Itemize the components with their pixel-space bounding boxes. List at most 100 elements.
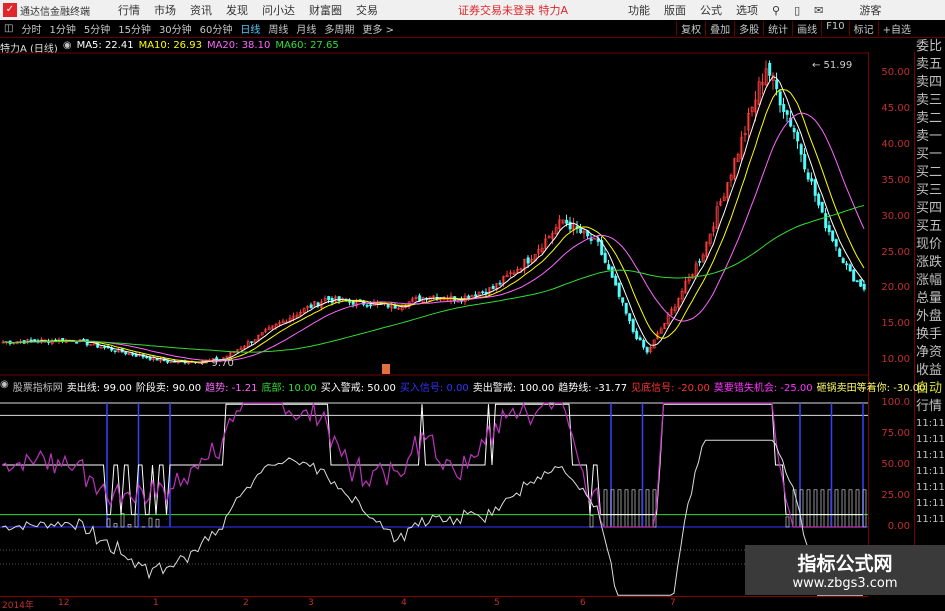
price-tick: 20.00 [881,282,910,293]
candle [370,305,372,306]
price-tick: 50.00 [881,67,910,78]
side-label: 11:11 [916,496,945,512]
indicator-value: 见底信号: -20.00 [631,379,710,393]
bottom-signal-bar [590,515,593,527]
candle [527,258,529,263]
candle [90,344,92,345]
high-price-label: ← 51.99 [812,60,852,71]
side-label: 买三 [916,182,945,200]
indicator-value: 阶段卖: 90.00 [136,379,201,393]
settings-icon[interactable]: ◉ [0,379,9,393]
side-label: 11:11 [916,464,945,480]
candle [83,339,85,340]
candle [646,348,648,353]
side-label: 卖三 [916,92,945,110]
price-tick: 35.00 [881,175,910,186]
bottom-signal-bar [828,490,831,527]
candle [821,202,823,212]
side-label: 买四 [916,200,945,218]
side-label: 买五 [916,218,945,236]
candle [604,253,606,262]
bottom-signal-bar [135,514,138,527]
side-label: 委比 [916,38,945,56]
candle [387,305,389,308]
candle [30,340,32,341]
candle [611,267,613,277]
side-label: 收益 [916,362,945,380]
side-label: 11:11 [916,448,945,464]
kline-chart[interactable]: ← 51.99← 9.70 [0,0,868,596]
candle [863,284,865,289]
candle [825,213,827,227]
event-marker-icon [382,364,390,374]
price-tick: 15.00 [881,318,910,329]
indicator-value: 底部: 10.00 [262,379,317,393]
candle [786,111,788,115]
date-tick: 5 [494,598,500,608]
candle [639,338,641,340]
date-tick: 3 [308,598,314,608]
candle [366,305,368,306]
ma-line [3,90,864,362]
bottom-signal-bar [786,517,789,527]
candle [146,357,148,358]
candle [328,296,330,299]
ma-line [3,113,864,361]
price-tick: 40.00 [881,139,910,150]
side-label[interactable]: 行情 [916,398,945,416]
bottom-signal-bar [821,490,824,527]
side-label: 11:11 [916,432,945,448]
side-label: 卖四 [916,74,945,92]
candle [352,301,354,304]
indicator-value: 卖出线: 99.00 [67,379,132,393]
date-tick: 2 [243,598,249,608]
candle [793,128,795,131]
bottom-signal-bar [842,490,845,527]
watermark-title: 指标公式网 [745,549,945,576]
candle [643,340,645,347]
candle [828,225,830,231]
indicator-tick: 25.00 [881,490,910,501]
side-label: 买二 [916,164,945,182]
bottom-signal-bar [632,490,635,527]
side-label: 11:11 [916,512,945,528]
price-tick: 10.00 [881,354,910,365]
bottom-signal-bar [807,490,810,527]
toolbar-button[interactable]: +自选 [878,21,915,36]
side-label: 11:11 [916,416,945,432]
bottom-signal-bar [856,490,859,527]
candle [776,80,778,89]
candle [499,283,501,284]
candle [104,347,106,348]
candle [804,154,806,169]
candle [475,295,477,297]
price-tick: 25.00 [881,247,910,258]
date-tick: 1 [153,598,159,608]
side-label: 总量 [916,290,945,308]
side-label: 现价 [916,236,945,254]
price-tick: 45.00 [881,103,910,114]
candle [580,229,582,233]
candle [310,305,312,308]
candle [783,104,785,111]
candle [832,231,834,241]
candle [349,301,351,302]
candle [797,132,799,141]
date-tick: 6 [580,598,586,608]
bottom-signal-bar [618,490,621,527]
candle [842,259,844,263]
candle [590,239,592,241]
indicator-value: 砸锅卖田等着你: -30.00 [817,379,926,393]
bottom-signal-bar [814,490,817,527]
candle [132,354,134,355]
candle [618,283,620,296]
indicator-value: 莫要错失机会: -25.00 [714,379,813,393]
bottom-signal-bar [149,518,152,527]
date-tick: 2014年 [2,598,34,611]
side-label: 换手 [916,326,945,344]
trend-curve [2,440,863,595]
candle [468,296,470,299]
candle [125,352,127,354]
indicator-value: 买入信号: 0.00 [400,379,469,393]
candle [492,286,494,288]
